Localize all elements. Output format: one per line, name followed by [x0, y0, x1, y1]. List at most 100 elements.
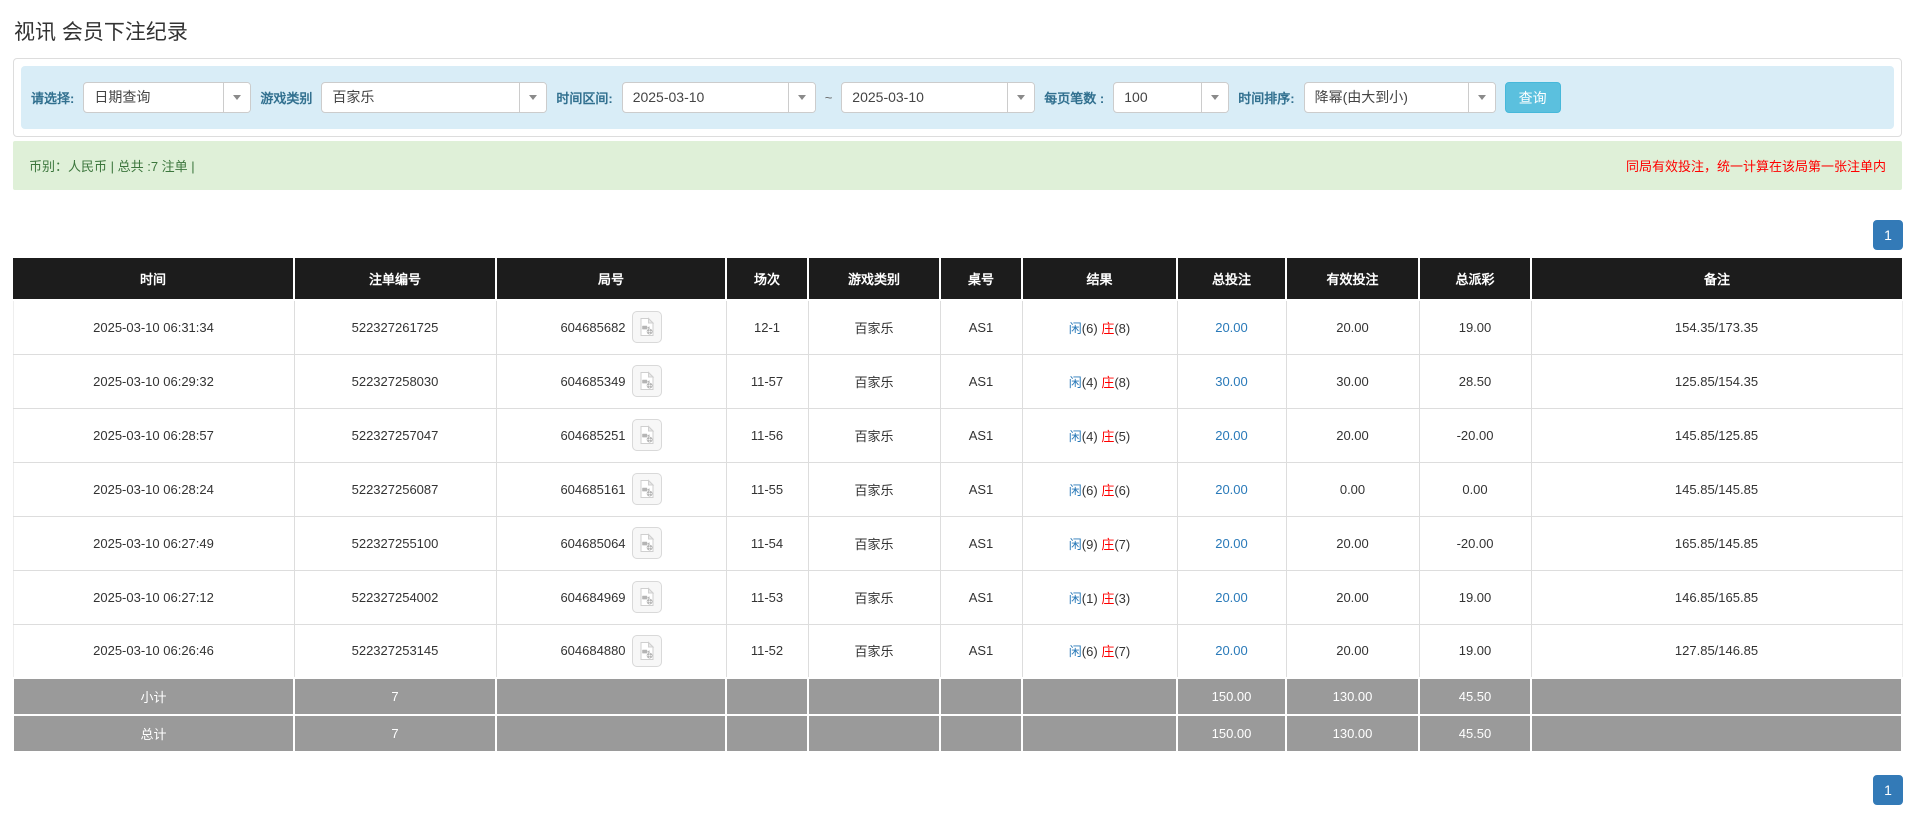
cell-total-bet: 20.00 [1176, 569, 1287, 625]
cell-round-id: 604684969 [560, 589, 626, 605]
grand-total-total-bet: 150.00 [1176, 714, 1287, 753]
page-title: 视讯 会员下注纪录 [14, 21, 188, 44]
result-player-value: (6) [1081, 644, 1098, 660]
cell-payout: 19.00 [1418, 569, 1532, 625]
total-bet-link[interactable]: 20.00 [1215, 643, 1248, 658]
cell-valid-bet: 20.00 [1285, 407, 1420, 463]
cell-session: 11-55 [725, 461, 809, 517]
date-from-value: 2025-03-10 [632, 89, 705, 105]
cell-total-bet: 20.00 [1176, 623, 1287, 679]
query-type-dropdown[interactable]: 日期查询 [83, 82, 252, 113]
cell-time: 2025-03-10 06:27:49 [12, 515, 295, 571]
result-player-label: 闲 [1068, 374, 1082, 390]
total-bet-link[interactable]: 20.00 [1215, 428, 1248, 443]
per-page-label: 每页笔数 : [1044, 91, 1105, 106]
query-type-value: 日期查询 [94, 89, 151, 105]
cell-bet-id: 522327253145 [293, 623, 497, 679]
game-category-label: 游戏类别 [260, 91, 313, 106]
chevron-down-icon[interactable] [223, 83, 251, 112]
time-sort-value: 降幂(由大到小) [1314, 89, 1408, 105]
cell-game-category: 百家乐 [807, 299, 941, 355]
time-sort-dropdown[interactable]: 降幂(由大到小) [1303, 82, 1496, 113]
chevron-down-icon[interactable] [787, 83, 815, 112]
cell-valid-bet: 20.00 [1285, 623, 1420, 679]
video-replay-button[interactable] [631, 365, 662, 397]
cell-result: 闲(1) 庄(3) [1021, 569, 1178, 625]
result-player-label: 闲 [1068, 428, 1082, 444]
video-file-icon [640, 425, 654, 444]
game-category-dropdown[interactable]: 百家乐 [321, 82, 548, 113]
total-bet-link[interactable]: 20.00 [1215, 482, 1248, 497]
cell-game-category: 百家乐 [807, 461, 941, 517]
total-bet-link[interactable]: 20.00 [1215, 320, 1248, 335]
table-row: 2025-03-10 06:28:24 522327256087 6046851… [12, 461, 1903, 517]
cell-game-category: 百家乐 [807, 515, 941, 571]
cell-remark: 146.85/165.85 [1530, 569, 1903, 625]
video-file-icon [640, 641, 654, 660]
table-row: 2025-03-10 06:28:57 522327257047 6046852… [12, 407, 1903, 463]
subtotal-row: 小计 7 150.00 130.00 45.50 [12, 677, 1903, 716]
result-banker-label: 庄 [1101, 374, 1115, 390]
total-bet-link[interactable]: 30.00 [1215, 374, 1248, 389]
table-row: 2025-03-10 06:26:46 522327253145 6046848… [12, 623, 1903, 679]
cell-result: 闲(6) 庄(6) [1021, 461, 1178, 517]
result-banker-label: 庄 [1101, 644, 1115, 660]
cell-round-id: 604685161 [560, 481, 626, 497]
cell-valid-bet: 20.00 [1285, 299, 1420, 355]
summary-bar: 币别：人民币 | 总共 :7 注单 | 同局有效投注，统一计算在该局第一张注单内 [13, 141, 1902, 190]
cell-time: 2025-03-10 06:28:24 [12, 461, 295, 517]
page-1-button[interactable]: 1 [1873, 775, 1903, 805]
video-file-icon [640, 587, 654, 606]
chevron-down-icon[interactable] [1467, 83, 1495, 112]
col-header-result: 结果 [1021, 258, 1177, 301]
date-to-dropdown[interactable]: 2025-03-10 [841, 82, 1036, 113]
cell-payout: 19.00 [1418, 623, 1532, 679]
cell-table-no: AS1 [939, 353, 1023, 409]
col-header-payout: 总派彩 [1418, 258, 1531, 301]
result-banker-value: (5) [1114, 428, 1131, 444]
cell-game-category: 百家乐 [807, 569, 941, 625]
video-replay-button[interactable] [631, 473, 662, 505]
video-replay-button[interactable] [631, 311, 662, 344]
cell-session: 11-57 [725, 353, 809, 409]
video-replay-button[interactable] [631, 581, 662, 613]
cell-round-id: 604685349 [560, 373, 626, 389]
col-header-session: 场次 [725, 258, 808, 301]
result-player-label: 闲 [1068, 536, 1082, 552]
total-bet-link[interactable]: 20.00 [1215, 536, 1248, 551]
chevron-down-icon[interactable] [519, 83, 547, 112]
currency-total-text: 币别：人民币 | 总共 :7 注单 | [29, 159, 195, 174]
page-1-button[interactable]: 1 [1873, 220, 1903, 250]
result-player-value: (6) [1081, 320, 1098, 336]
chevron-down-icon[interactable] [1007, 83, 1035, 112]
cell-remark: 145.85/145.85 [1530, 461, 1903, 517]
table-footer: 小计 7 150.00 130.00 45.50 总计 7 150.00 130… [12, 677, 1903, 753]
result-banker-label: 庄 [1101, 536, 1115, 552]
date-from-dropdown[interactable]: 2025-03-10 [621, 82, 816, 113]
per-page-dropdown[interactable]: 100 [1113, 82, 1230, 113]
video-file-icon [640, 479, 654, 498]
cell-session: 11-56 [725, 407, 809, 463]
filter-bar: 请选择: 日期查询 游戏类别 百家乐 时间区间: 2025-03-10 ~ 20… [21, 66, 1894, 129]
cell-remark: 145.85/125.85 [1530, 407, 1903, 463]
video-replay-button[interactable] [631, 634, 662, 667]
result-banker-value: (8) [1114, 320, 1131, 336]
cell-result: 闲(9) 庄(7) [1021, 515, 1178, 571]
total-bet-link[interactable]: 20.00 [1215, 590, 1248, 605]
cell-session: 11-52 [725, 623, 809, 679]
select-type-label: 请选择: [31, 91, 75, 106]
search-button[interactable]: 查询 [1504, 82, 1561, 113]
cell-payout: 0.00 [1418, 461, 1532, 517]
date-to-value: 2025-03-10 [852, 89, 924, 105]
video-replay-button[interactable] [631, 527, 662, 559]
result-player-value: (4) [1081, 374, 1098, 390]
grand-total-payout: 45.50 [1418, 714, 1532, 753]
video-replay-button[interactable] [631, 419, 662, 451]
chevron-down-icon[interactable] [1201, 83, 1229, 112]
cell-round-id: 604685251 [560, 427, 626, 443]
cell-table-no: AS1 [939, 623, 1023, 679]
cell-bet-id: 522327261725 [293, 299, 497, 355]
result-player-value: (1) [1081, 590, 1098, 606]
cell-bet-id: 522327258030 [293, 353, 497, 409]
valid-bet-notice-text: 同局有效投注，统一计算在该局第一张注单内 [1625, 159, 1886, 174]
